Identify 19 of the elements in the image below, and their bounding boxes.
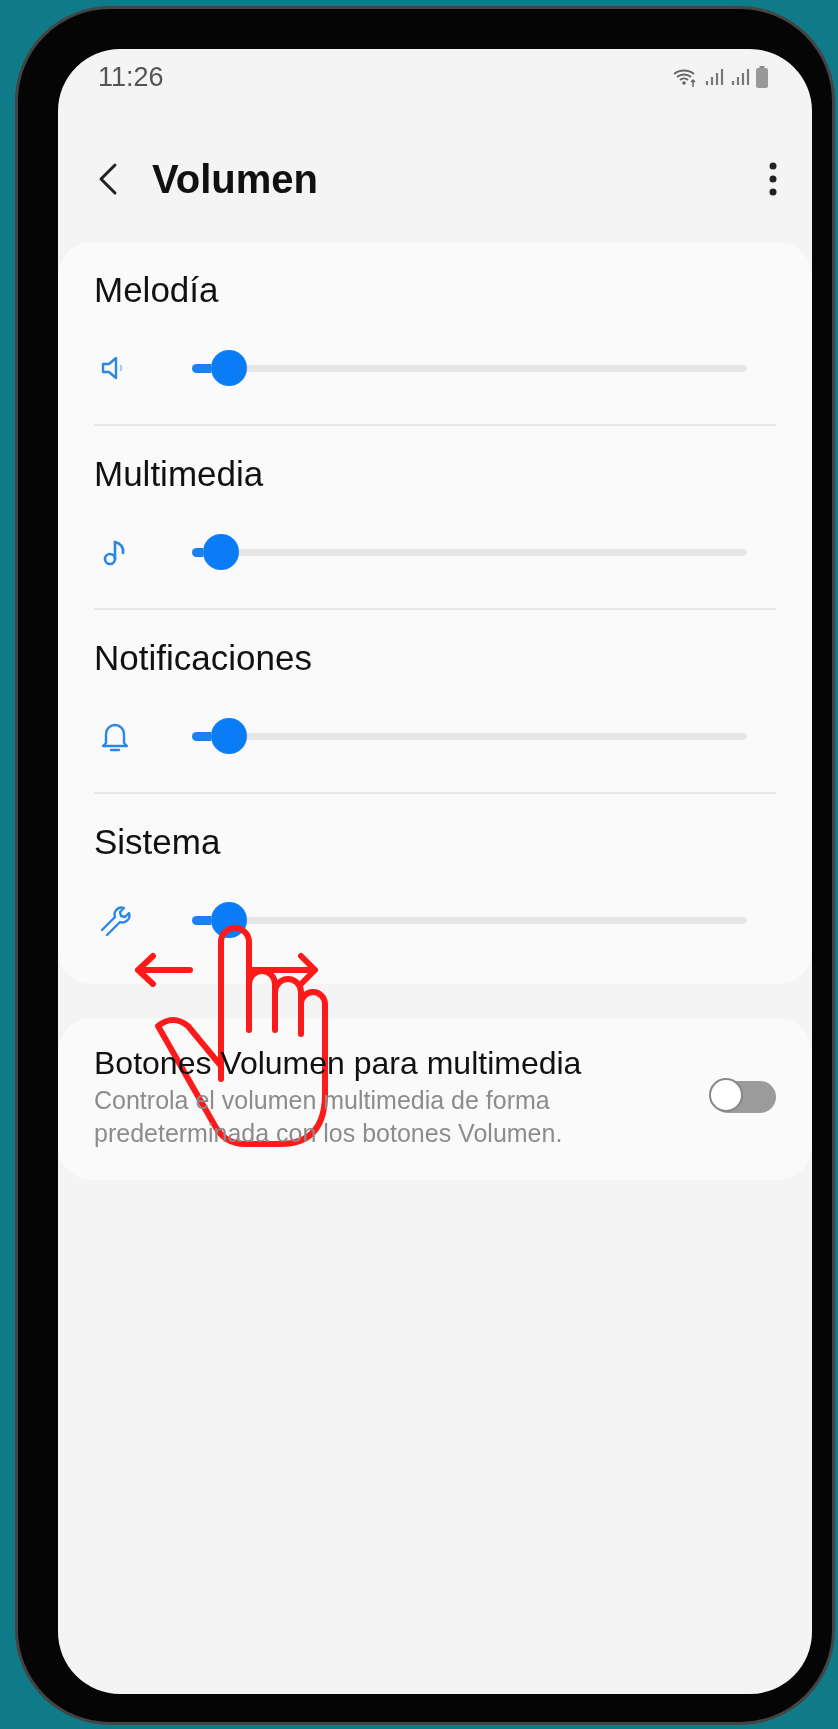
- more-options-icon[interactable]: [768, 162, 778, 196]
- volume-slider[interactable]: [192, 350, 747, 386]
- slider-label: Melodía: [94, 269, 220, 311]
- slider-label: Multimedia: [94, 453, 265, 495]
- battery-icon: [756, 66, 768, 88]
- wrench-icon: [98, 903, 132, 937]
- volume-slider[interactable]: [192, 534, 747, 570]
- volume-slider[interactable]: [192, 718, 747, 754]
- slider-label: Notificaciones: [94, 637, 313, 679]
- slider-thumb[interactable]: [202, 534, 239, 570]
- page-title: Volumen: [152, 156, 319, 202]
- slider-label: Sistema: [94, 821, 222, 863]
- signal-icon: [730, 67, 750, 87]
- slider-thumb[interactable]: [211, 718, 248, 754]
- signal-icon: [704, 67, 724, 87]
- volume-slider[interactable]: [192, 902, 747, 938]
- toggle-switch[interactable]: [712, 1081, 776, 1113]
- status-time: 11:26: [98, 61, 164, 93]
- slider-thumb[interactable]: [211, 350, 248, 386]
